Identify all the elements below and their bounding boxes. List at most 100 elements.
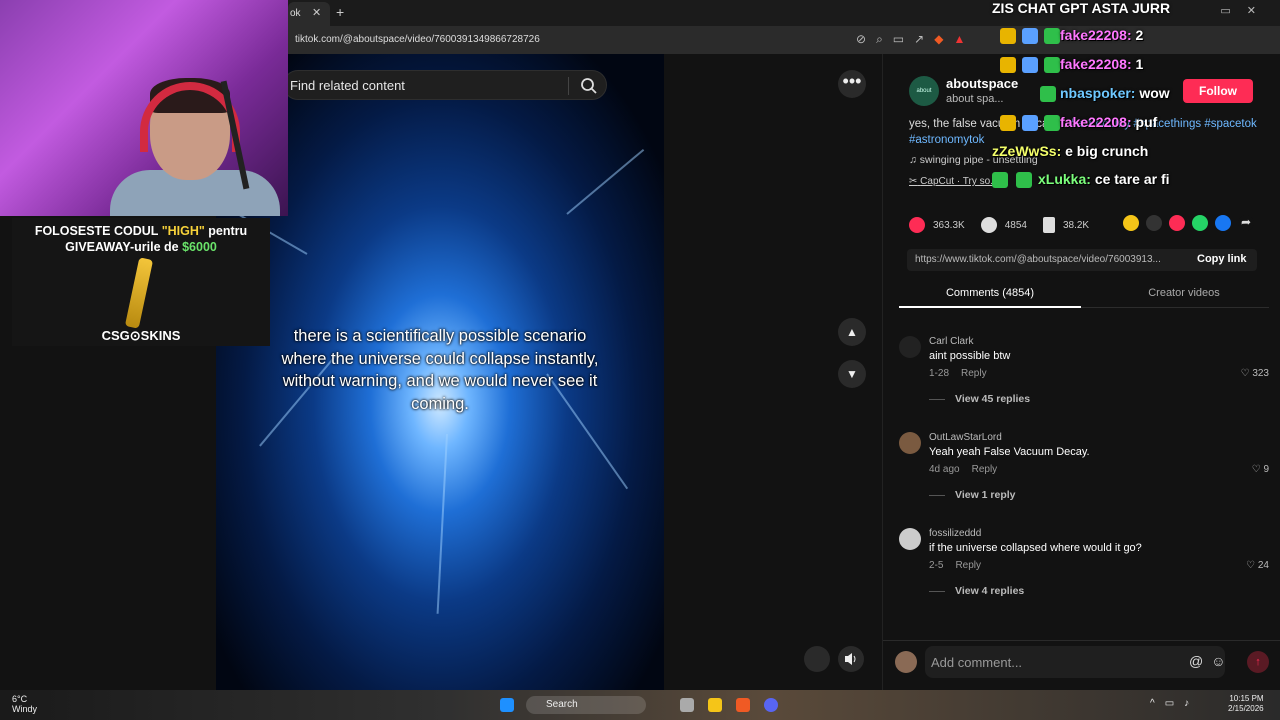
brave-shield-icon[interactable]: ◆ xyxy=(934,32,943,47)
like-count: 363.3K xyxy=(933,219,965,231)
commenter-avatar[interactable] xyxy=(899,432,921,454)
capcut-link[interactable]: ✂ CapCut · Try so... xyxy=(909,176,999,187)
share-link-text[interactable]: https://www.tiktok.com/@aboutspace/video… xyxy=(915,254,1185,265)
like-action[interactable]: 363.3K xyxy=(909,217,965,233)
author-avatar[interactable]: about xyxy=(909,76,939,106)
knife-skin-image xyxy=(124,257,154,329)
chat-text: 1 xyxy=(1135,56,1144,72)
send-icon[interactable] xyxy=(1169,215,1185,231)
promo-line1: FOLOSESTE CODUL xyxy=(34,224,159,238)
next-video-icon[interactable]: ▼ xyxy=(838,360,866,388)
taskbar-apps xyxy=(500,698,514,712)
facebook-icon[interactable] xyxy=(1215,215,1231,231)
windows-start-icon[interactable] xyxy=(500,698,514,712)
discord-icon[interactable] xyxy=(764,698,778,712)
comment-like-count: 24 xyxy=(1257,560,1269,571)
save-action[interactable]: 38.2K xyxy=(1042,217,1089,233)
share-icon[interactable]: ↗ xyxy=(914,32,924,47)
share-options: ➦ xyxy=(1123,215,1254,231)
comment-count: 4854 xyxy=(1004,219,1027,231)
browser-toolbar: ⊘ ⌕ ▭ ↗ ◆ ▲ xyxy=(856,32,965,47)
light-streak xyxy=(436,433,448,614)
system-tray[interactable]: ^▭♪ xyxy=(1150,698,1199,709)
share-link-box: https://www.tiktok.com/@aboutspace/video… xyxy=(907,249,1257,271)
commenter-name[interactable]: Carl Clark xyxy=(929,336,973,347)
tab-creator-videos[interactable]: Creator videos xyxy=(1099,282,1269,299)
add-comment-bar: @☺ ↑ xyxy=(883,640,1280,690)
mini-player-icon[interactable] xyxy=(804,646,830,672)
more-options-icon[interactable]: ••• xyxy=(838,70,866,98)
view-replies-button[interactable]: View 4 replies xyxy=(929,585,1024,597)
new-tab-icon[interactable]: + xyxy=(336,4,344,20)
chat-message: xLukka: ce tare ar fi xyxy=(1038,171,1170,187)
reply-button[interactable]: Reply xyxy=(972,464,998,475)
sub-badge-icon xyxy=(1016,172,1032,188)
comment-date: 2-5 xyxy=(929,560,944,571)
volume-icon[interactable] xyxy=(838,646,864,672)
commenter-name[interactable]: fossilizeddd xyxy=(929,528,981,539)
whatsapp-icon[interactable] xyxy=(1192,215,1208,231)
task-view-icon[interactable] xyxy=(680,698,694,712)
comment-action[interactable]: 4854 xyxy=(980,217,1027,233)
comment-text: Yeah yeah False Vacuum Decay. xyxy=(929,446,1090,458)
close-tab-icon[interactable]: ✕ xyxy=(312,6,321,19)
add-comment-input[interactable] xyxy=(925,646,1225,678)
embed-icon[interactable] xyxy=(1146,215,1162,231)
chat-text: e big crunch xyxy=(1065,143,1149,159)
action-bar: 363.3K 4854 38.2K xyxy=(909,214,1105,236)
search-icon[interactable] xyxy=(580,77,598,95)
comment-meta: 1-28 Reply xyxy=(929,368,987,379)
send-comment-icon[interactable]: ↑ xyxy=(1247,651,1269,673)
commenter-name[interactable]: OutLawStarLord xyxy=(929,432,1002,443)
reply-button[interactable]: Reply xyxy=(961,368,987,379)
chat-text: puf xyxy=(1135,114,1158,130)
comment-like-count: 323 xyxy=(1252,368,1269,379)
rewards-icon[interactable]: ▲ xyxy=(953,32,965,47)
previous-video-icon[interactable]: ▲ xyxy=(838,318,866,346)
emoji-icon[interactable]: ☺ xyxy=(1211,653,1233,669)
url-field[interactable]: tiktok.com/@aboutspace/video/76003913498… xyxy=(295,34,540,45)
search-box[interactable]: Find related content xyxy=(283,70,607,100)
commenter-avatar[interactable] xyxy=(899,336,921,358)
promo-amount: $6000 xyxy=(182,240,217,254)
view-replies-button[interactable]: View 45 replies xyxy=(929,393,1030,405)
taskbar-search[interactable]: Search xyxy=(526,696,646,714)
clock-date: 2/15/2026 xyxy=(1228,704,1264,713)
mention-icon[interactable]: @ xyxy=(1189,653,1211,669)
gift-badge-icon xyxy=(992,172,1008,188)
gift-badge-icon xyxy=(1044,115,1060,131)
music-note-icon: ♫ xyxy=(909,154,917,166)
cast-icon[interactable]: ▭ xyxy=(893,32,904,47)
clock-time: 10:15 PM xyxy=(1229,694,1264,703)
commenter-avatar[interactable] xyxy=(899,528,921,550)
file-explorer-icon[interactable] xyxy=(708,698,722,712)
reply-button[interactable]: Reply xyxy=(955,560,981,571)
promo-line1-end: pentru xyxy=(208,224,248,238)
view-replies-button[interactable]: View 1 reply xyxy=(929,489,1016,501)
share-arrow-icon[interactable]: ➦ xyxy=(1238,215,1254,231)
chat-message: fake22208: 1 xyxy=(1060,56,1143,72)
comment-date: 1-28 xyxy=(929,368,950,379)
tab-comments[interactable]: Comments (4854) xyxy=(899,282,1081,308)
brave-browser-icon[interactable] xyxy=(736,698,750,712)
crown-badge-icon xyxy=(1000,57,1016,73)
clock[interactable]: 10:15 PM 2/15/2026 xyxy=(1228,694,1264,714)
repost-icon[interactable] xyxy=(1123,215,1139,231)
weather-widget[interactable]: 6°C Windy xyxy=(12,694,37,714)
zoom-icon[interactable]: ⌕ xyxy=(876,32,883,47)
copy-link-button[interactable]: Copy link xyxy=(1197,253,1247,265)
comment-likes[interactable]: ♡ 323 xyxy=(1241,368,1269,379)
comment-likes[interactable]: ♡ 24 xyxy=(1246,560,1269,571)
taskbar: 6°C Windy Search ^▭♪ 10:15 PM 2/15/2026 xyxy=(0,690,1280,720)
comment-likes[interactable]: ♡ 9 xyxy=(1252,464,1269,475)
search-placeholder[interactable]: Find related content xyxy=(290,78,405,93)
heart-outline-icon: ♡ xyxy=(1251,464,1264,475)
comment-meta: 2-5 Reply xyxy=(929,560,981,571)
comment-text: if the universe collapsed where would it… xyxy=(929,542,1142,554)
chat-username: fake22208: xyxy=(1060,56,1132,72)
promo-line2: GIVEAWAY-urile de xyxy=(65,240,179,254)
browser-tab[interactable]: ok xyxy=(288,2,330,26)
chat-username: zZeWwSs: xyxy=(992,143,1062,159)
search-divider xyxy=(568,77,569,95)
no-sound-icon[interactable]: ⊘ xyxy=(856,32,866,47)
